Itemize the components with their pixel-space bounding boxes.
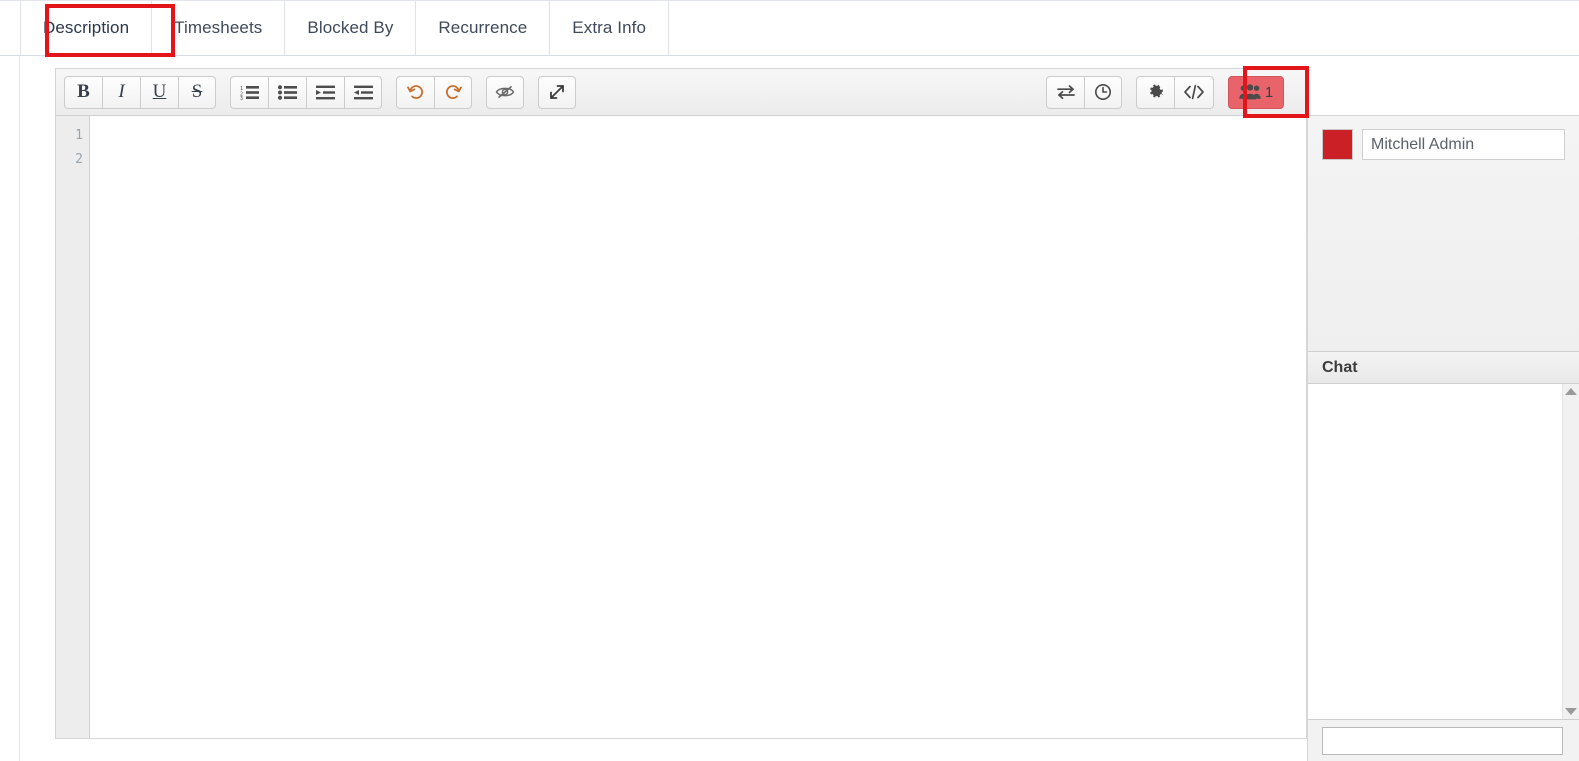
text-format-group: B I U S [64,75,216,109]
tab-bar: Description Timesheets Blocked By Recurr… [0,0,1579,57]
collaborators-list: Mitchell Admin [1308,116,1579,352]
tab-timesheets[interactable]: Timesheets [152,0,286,55]
outdent-button[interactable] [344,75,382,109]
italic-button[interactable]: I [102,75,140,109]
italic-label: I [118,81,125,102]
tab-recurrence[interactable]: Recurrence [416,0,551,55]
unordered-list-icon [278,84,297,100]
redo-icon [444,83,462,101]
editor-toolbar: B I U S 1 2 3 1 [55,66,1309,118]
bold-button[interactable]: B [64,75,102,109]
preview-toggle-button[interactable] [486,75,524,109]
strikethrough-label: S [191,81,203,102]
settings-button[interactable] [1136,75,1174,109]
unordered-list-button[interactable] [268,75,306,109]
indent-button[interactable] [306,75,344,109]
scroll-up-arrow-icon[interactable] [1565,388,1577,395]
svg-text:3: 3 [240,96,243,100]
fullscreen-group [538,75,576,109]
user-name-field[interactable]: Mitchell Admin [1362,129,1565,160]
history-group [396,75,472,109]
redo-button[interactable] [434,75,472,109]
underline-label: U [152,81,167,102]
line-number-gutter: 1 2 [56,116,90,738]
scroll-down-arrow-icon[interactable] [1565,708,1577,715]
chat-body [1308,384,1579,719]
history-button[interactable] [1084,75,1122,109]
exchange-arrows-icon [1056,84,1076,100]
workspace: B I U S 1 2 3 1 1 2 Mitchell Admin Chat [0,56,1579,761]
editor-column: B I U S 1 2 3 1 1 2 [20,56,1309,761]
tab-description[interactable]: Description [20,0,153,55]
chat-message-input[interactable] [1322,727,1563,755]
ordered-list-icon: 1 2 3 [240,85,259,100]
chat-header: Chat [1308,352,1579,384]
undo-button[interactable] [396,75,434,109]
list-item[interactable]: Mitchell Admin [1322,129,1565,160]
underline-button[interactable]: U [140,75,178,109]
line-number: 2 [75,152,83,167]
indent-icon [316,85,335,100]
code-icon [1183,84,1205,100]
outdent-icon [353,85,373,100]
code-editor: 1 2 [55,115,1307,739]
collaborators-group: 1 [1228,75,1284,109]
expand-arrows-icon [548,83,566,101]
collaborators-button[interactable]: 1 [1228,75,1284,109]
tab-blocked-by-label: Blocked By [307,17,394,37]
chat-input-container [1308,719,1579,761]
preview-group [486,75,524,109]
bold-label: B [77,81,90,102]
undo-icon [406,83,425,101]
strikethrough-button[interactable]: S [178,75,216,109]
list-group: 1 2 3 [230,75,382,109]
description-editor-input[interactable] [90,116,1306,738]
code-view-button[interactable] [1174,75,1214,109]
tab-timesheets-label: Timesheets [174,17,263,37]
eye-slash-icon [495,84,515,100]
tab-extra-info[interactable]: Extra Info [550,0,670,55]
chat-title: Chat [1322,358,1358,376]
fullscreen-button[interactable] [538,75,576,109]
chat-message-list [1308,384,1562,719]
users-group-icon [1239,84,1261,100]
clock-icon [1094,83,1112,101]
line-number: 1 [75,128,83,143]
tab-blocked-by[interactable]: Blocked By [285,0,417,55]
user-color-swatch [1322,129,1353,160]
chat-scrollbar[interactable] [1562,384,1579,719]
tab-extra-info-label: Extra Info [572,17,647,37]
settings-code-group [1136,75,1214,109]
tab-description-label: Description [43,17,130,37]
left-rail [0,56,20,761]
ordered-list-button[interactable]: 1 2 3 [230,75,268,109]
sync-history-group [1046,75,1122,109]
collaboration-panel: Mitchell Admin Chat [1307,115,1579,761]
gear-icon [1147,83,1165,101]
collaborators-count: 1 [1264,83,1274,101]
tab-recurrence-label: Recurrence [438,17,528,37]
sync-button[interactable] [1046,75,1084,109]
